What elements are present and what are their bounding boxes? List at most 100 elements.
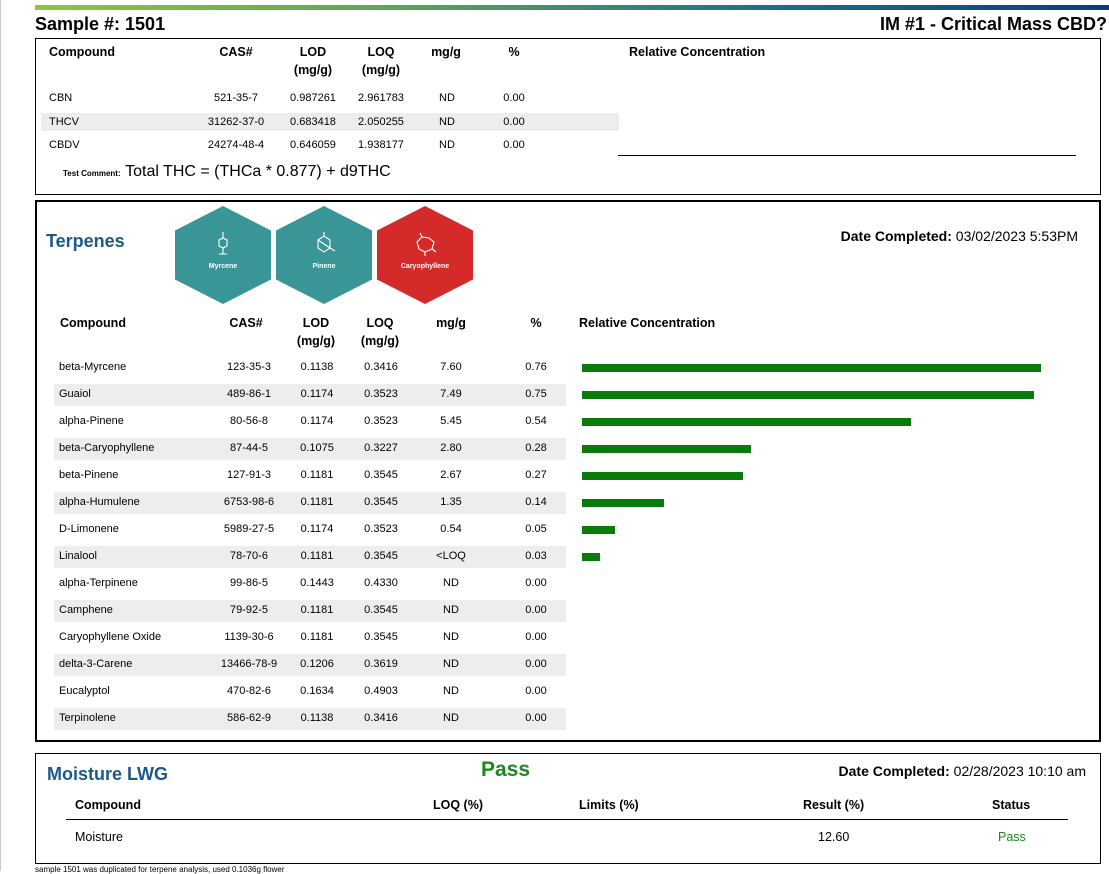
loq-cell: 0.3523 <box>364 415 398 427</box>
cas-cell: 586-62-9 <box>226 712 272 724</box>
table-row: D-Limonene 5989-27-5 0.1174 0.3523 0.54 0.05 <box>54 519 566 541</box>
lod-cell: 0.1181 <box>300 496 334 508</box>
mgg-cell: 0.54 <box>440 523 462 535</box>
table-row: alpha-Terpinene 99-86-5 0.1443 0.4330 ND 0.00 <box>54 573 566 595</box>
compound-cell: Caryophyllene Oxide <box>59 631 162 643</box>
terpenes-panel: Terpenes Myrcene Pinene Caryophyllene Da… <box>35 200 1101 742</box>
terp-col-header-compound: Compound <box>60 316 126 330</box>
cas-cell: 521-35-7 <box>213 92 259 104</box>
moisture-date: Date Completed: 02/28/2023 10:10 am <box>839 763 1086 779</box>
loq-cell: 1.938177 <box>358 139 404 151</box>
compound-cell: THCV <box>49 116 79 128</box>
cas-cell: 6753-98-6 <box>223 496 275 508</box>
lod-cell: 0.1181 <box>300 469 334 481</box>
myrcene-badge: Myrcene <box>175 206 271 304</box>
concentration-bar <box>582 445 751 453</box>
table-row: beta-Myrcene 123-35-3 0.1138 0.3416 7.60 0.76 <box>54 357 566 379</box>
table-row: THCV 31262-37-0 0.683418 2.050255 ND 0.00 <box>41 113 619 131</box>
mgg-cell: 1.35 <box>440 496 462 508</box>
terp-col-header-loq: LOQ (mg/g) <box>360 316 400 348</box>
cas-cell: 5989-27-5 <box>223 523 275 535</box>
table-row: Caryophyllene Oxide 1139-30-6 0.1181 0.3545… <box>54 627 566 649</box>
moisture-compound: Moisture <box>75 830 123 844</box>
cas-cell: 127-91-3 <box>226 469 272 481</box>
moist-col-header-loq: LOQ (%) <box>433 798 483 812</box>
col-header-cas: CAS# <box>219 45 253 59</box>
col-header-relative: Relative Concentration <box>629 45 766 59</box>
compound-cell: beta-Caryophyllene <box>59 442 155 454</box>
table-row: Guaiol 489-86-1 0.1174 0.3523 7.49 0.75 <box>54 384 566 406</box>
loq-cell: 0.3545 <box>364 550 398 562</box>
concentration-bar <box>582 364 1041 372</box>
loq-cell: 0.3545 <box>364 604 398 616</box>
compound-cell: Eucalyptol <box>59 685 110 697</box>
col-header-lod: LOD (mg/g) <box>293 45 333 77</box>
mgg-cell: 7.49 <box>440 388 462 400</box>
cas-cell: 79-92-5 <box>230 604 268 616</box>
moisture-date-value: 02/28/2023 10:10 am <box>953 763 1086 779</box>
test-comment-text: Total THC = (THCa * 0.877) + d9THC <box>125 163 391 180</box>
mgg-cell: ND <box>439 92 455 104</box>
loq-cell: 0.3227 <box>364 442 398 454</box>
sample-number: Sample #: 1501 <box>35 14 166 34</box>
product-name: IM #1 - Critical Mass CBD? <box>879 14 1107 34</box>
pinene-badge-label: Pinene <box>312 263 336 270</box>
table-row: beta-Pinene 127-91-3 0.1181 0.3545 2.67 0.27 <box>54 465 566 487</box>
table-row: alpha-Humulene 6753-98-6 0.1181 0.3545 1.35 0… <box>54 492 566 514</box>
mgg-cell: ND <box>439 116 455 128</box>
loq-cell: 0.4903 <box>364 685 398 697</box>
compound-cell: beta-Pinene <box>59 469 119 481</box>
mgg-cell: 2.67 <box>440 469 462 481</box>
lod-cell: 0.1181 <box>300 604 334 616</box>
terp-col-header-cas: CAS# <box>229 316 263 330</box>
lod-cell: 0.1075 <box>300 442 334 454</box>
lod-cell: 0.1174 <box>300 415 334 427</box>
lod-cell: 0.1174 <box>300 523 334 535</box>
pct-cell: 0.00 <box>503 92 525 104</box>
compound-cell: CBN <box>49 92 73 104</box>
pct-cell: 0.27 <box>525 469 547 481</box>
compound-cell: alpha-Pinene <box>59 415 124 427</box>
pct-cell: 0.75 <box>525 388 547 400</box>
mgg-cell: 5.45 <box>440 415 462 427</box>
pct-cell: 0.05 <box>525 523 547 535</box>
table-row: Eucalyptol 470-82-6 0.1634 0.4903 ND 0.00 <box>54 681 566 703</box>
cannabinoid-panel: Compound CAS# LOD (mg/g) LOQ (mg/g) mg/g %… <box>35 38 1101 195</box>
loq-cell: 0.3416 <box>364 361 398 373</box>
cas-cell: 123-35-3 <box>226 361 272 373</box>
mgg-cell: <LOQ <box>436 550 466 562</box>
mgg-cell: 7.60 <box>440 361 462 373</box>
terpenes-date-value: 03/02/2023 5:53PM <box>955 228 1078 244</box>
pct-cell: 0.00 <box>525 712 547 724</box>
cas-cell: 13466-78-9 <box>220 658 278 670</box>
col-header-mgg: mg/g <box>431 45 461 59</box>
myrcene-badge-label: Myrcene <box>208 263 238 270</box>
table-row: delta-3-Carene 13466-78-9 0.1206 0.3619 ND 0.… <box>54 654 566 676</box>
compound-cell: Terpinolene <box>59 712 116 724</box>
compound-cell: CBDV <box>49 139 80 151</box>
table-row: Terpinolene 586-62-9 0.1138 0.3416 ND 0.00 <box>54 708 566 730</box>
table-row: beta-Caryophyllene 87-44-5 0.1075 0.3227 2.8… <box>54 438 566 460</box>
mgg-cell: ND <box>443 577 459 589</box>
terpenes-date: Date Completed: 03/02/2023 5:53PM <box>841 228 1078 244</box>
table-row: Camphene 79-92-5 0.1181 0.3545 ND 0.00 <box>54 600 566 622</box>
moisture-pass-status: Pass <box>481 758 531 781</box>
loq-cell: 0.3545 <box>364 631 398 643</box>
moist-col-header-limits: Limits (%) <box>579 798 639 812</box>
lod-cell: 0.1181 <box>300 550 334 562</box>
test-comment: Test Comment: Total THC = (THCa * 0.877)… <box>63 163 391 181</box>
loq-cell: 0.3523 <box>364 388 398 400</box>
loq-cell: 0.3416 <box>364 712 398 724</box>
compound-cell: alpha-Terpinene <box>59 577 138 589</box>
col-header-loq: LOQ (mg/g) <box>361 45 401 77</box>
pct-cell: 0.76 <box>525 361 547 373</box>
loq-cell: 2.961783 <box>358 92 404 104</box>
moist-col-header-compound: Compound <box>75 798 141 812</box>
concentration-bar <box>582 391 1034 399</box>
concentration-bar <box>582 418 911 426</box>
lod-cell: 0.1138 <box>300 361 334 373</box>
cas-cell: 1139-30-6 <box>224 631 274 643</box>
pct-cell: 0.03 <box>525 550 547 562</box>
page-edge-line <box>0 0 1 871</box>
terp-col-header-pct: % <box>530 316 542 330</box>
